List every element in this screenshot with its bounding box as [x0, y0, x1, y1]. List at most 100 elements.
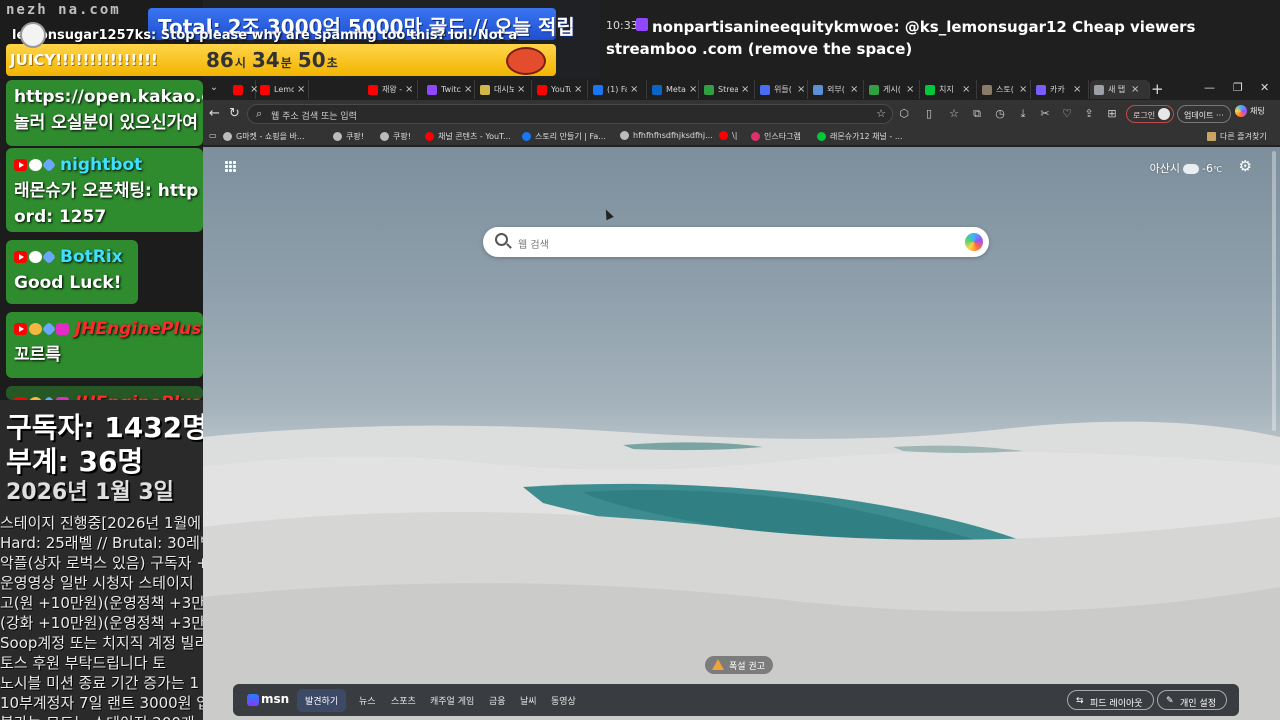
new-tab-button[interactable]: + — [1151, 80, 1164, 98]
cloud-icon — [1183, 164, 1200, 174]
tab-label: (1) Fa — [607, 85, 627, 94]
msn-tab-sports[interactable]: 스포츠 — [391, 694, 416, 707]
tab-close-icon[interactable]: × — [850, 84, 858, 95]
address-bar[interactable]: ⌕ 웹 주소 검색 또는 입력 ☆ — [247, 104, 893, 124]
browser-tab[interactable]: Lemo × — [256, 80, 309, 99]
update-button[interactable]: 업데이트 ··· — [1177, 105, 1231, 123]
favorite-item[interactable]: 쿠팡! — [380, 131, 411, 142]
page-settings-gear-icon[interactable]: ⚙ — [1239, 157, 1252, 175]
browser-tab[interactable]: Live s× — [229, 80, 258, 99]
browser-tab[interactable]: Strea × — [700, 80, 755, 99]
tab-close-icon[interactable]: × — [906, 84, 914, 95]
share-icon[interactable]: ⇪ — [1082, 107, 1096, 120]
tab-close-icon[interactable]: × — [741, 84, 749, 95]
login-button[interactable]: 로그인 — [1126, 105, 1174, 123]
tab-close-icon[interactable]: × — [405, 84, 413, 95]
chat-username: JHEnginePlus — [75, 393, 201, 400]
stream-info-line: 불가능 모드는 스테이지 200개 : — [0, 712, 203, 720]
tab-close-icon[interactable]: × — [1073, 84, 1081, 95]
tab-close-icon[interactable]: × — [297, 84, 305, 95]
personalize-button[interactable]: ✎ 개인 설정 — [1157, 690, 1227, 710]
browser-tab[interactable]: 재왕 - × — [364, 80, 418, 99]
msn-tab-weather[interactable]: 날씨 — [520, 694, 537, 707]
tab-favicon-icon — [368, 84, 378, 95]
tab-close-icon[interactable]: × — [689, 84, 697, 95]
other-favorites[interactable]: 다른 즐겨찾기 — [1207, 131, 1267, 142]
chat-text: Good Luck! — [14, 273, 122, 293]
favorite-item[interactable]: \| — [719, 131, 737, 140]
minimize-button[interactable]: — — [1204, 81, 1215, 94]
msn-tab-discover[interactable]: 발견하기 — [297, 689, 347, 712]
favorite-item[interactable]: 채널 콘텐츠 - YouT... — [425, 131, 511, 142]
msn-logo[interactable]: msn — [247, 692, 289, 706]
chat-message-card: nightbot 래몬슈가 오픈채팅: http ord: 1257 — [6, 148, 203, 232]
back-icon[interactable]: ← — [209, 106, 220, 121]
favorite-item[interactable]: 스토리 만들기 | Fa... — [522, 131, 606, 142]
browser-tab[interactable]: 치지 × — [921, 80, 977, 99]
favorite-item[interactable]: hfhfhfhsdfhjksdfhj... — [620, 131, 713, 140]
capture-icon[interactable]: ✂ — [1038, 107, 1052, 120]
msn-tab-video[interactable]: 동영상 — [551, 694, 576, 707]
tab-favicon-icon — [480, 84, 490, 95]
tab-close-icon[interactable]: × — [1019, 84, 1027, 95]
browser-tab[interactable]: Twitch× — [423, 80, 475, 99]
collections-icon[interactable]: ⧉ — [970, 107, 984, 121]
split-screen-icon[interactable]: ▯ — [922, 107, 936, 120]
apps-launcher-icon[interactable] — [225, 161, 237, 173]
browser-tab[interactable]: 외부(× — [809, 80, 864, 99]
refresh-icon[interactable]: ↻ — [229, 106, 240, 121]
restore-button[interactable]: ❐ — [1233, 81, 1243, 94]
reading-view-icon[interactable]: ▭ — [209, 131, 217, 140]
weather-widget[interactable]: 아산시 -6℃ — [1150, 160, 1222, 176]
browser-tab[interactable]: 스토(× — [978, 80, 1031, 99]
tab-favicon-icon — [813, 84, 823, 95]
browser-tab[interactable]: Meta × — [648, 80, 699, 99]
weather-alert[interactable]: 폭설 권고 — [705, 656, 773, 674]
edit-icon: ✎ — [1166, 696, 1174, 706]
tab-actions-menu-icon[interactable]: ⌄ — [207, 82, 221, 96]
favorite-favicon-icon — [223, 132, 232, 141]
stream-info-line: (강화 +10만원)(운영정책 +3만 — [0, 614, 203, 632]
chat-text: 꼬르륵 — [14, 345, 61, 365]
apps-grid-icon[interactable]: ⊞ — [1105, 107, 1119, 120]
copilot-search-icon[interactable] — [965, 233, 983, 251]
msn-tab-finance[interactable]: 금융 — [489, 694, 506, 707]
mascot-icon — [506, 47, 546, 75]
favorite-star-icon[interactable]: ☆ — [876, 107, 886, 120]
browser-tab[interactable]: 카카 × — [1032, 80, 1089, 99]
favorite-item[interactable]: 쿠팡! — [333, 131, 364, 142]
favorite-favicon-icon — [333, 132, 342, 141]
browser-tab[interactable]: YouTu × — [533, 80, 588, 99]
tab-close-icon[interactable]: × — [1131, 84, 1139, 95]
chat-message-card: https://open.kakao.co 놀러 오실분이 있으신가여 — [6, 80, 203, 146]
copilot-button[interactable]: 채팅 — [1235, 105, 1265, 117]
tab-close-icon[interactable]: × — [962, 84, 970, 95]
browser-tab[interactable]: 새 탭 × — [1090, 80, 1150, 99]
msn-tab-news[interactable]: 뉴스 — [359, 694, 376, 707]
chat-username: JHEnginePlus — [75, 319, 202, 339]
browser-tab[interactable]: 대시보 × — [476, 80, 532, 99]
downloads-icon[interactable]: ⤓ — [1016, 107, 1030, 121]
browser-tab[interactable]: 게시(× — [865, 80, 920, 99]
layout-icon: ⇆ — [1076, 696, 1084, 706]
extensions-icon[interactable]: ⬡ — [897, 107, 911, 120]
favorite-item[interactable]: 래몬슈가12 채널 - ... — [817, 131, 902, 142]
browser-tab[interactable]: 위들(× — [756, 80, 808, 99]
favorite-item[interactable]: 인스타그램 — [751, 131, 801, 142]
favorite-item[interactable]: G마켓 - 쇼핑을 바... — [223, 131, 305, 142]
performance-icon[interactable]: ♡ — [1060, 107, 1074, 120]
favorite-label: 래몬슈가12 채널 - ... — [830, 132, 903, 141]
tab-close-icon[interactable]: × — [517, 84, 525, 95]
web-search-box[interactable]: 웹 검색 — [483, 227, 989, 257]
tab-close-icon[interactable]: × — [797, 84, 805, 95]
feed-layout-button[interactable]: ⇆ 피드 레이아웃 — [1067, 690, 1154, 710]
tab-close-icon[interactable]: × — [464, 84, 472, 95]
browser-tab[interactable]: (1) Fa× — [589, 80, 647, 99]
close-window-button[interactable]: ✕ — [1260, 81, 1269, 94]
favorites-icon[interactable]: ☆ — [947, 107, 961, 120]
msn-tab-casual-games[interactable]: 캐주얼 게임 — [430, 694, 474, 707]
scrollbar[interactable] — [1272, 151, 1276, 431]
tab-close-icon[interactable]: × — [574, 84, 582, 95]
tab-close-icon[interactable]: × — [630, 84, 638, 95]
history-icon[interactable]: ◷ — [993, 107, 1007, 120]
